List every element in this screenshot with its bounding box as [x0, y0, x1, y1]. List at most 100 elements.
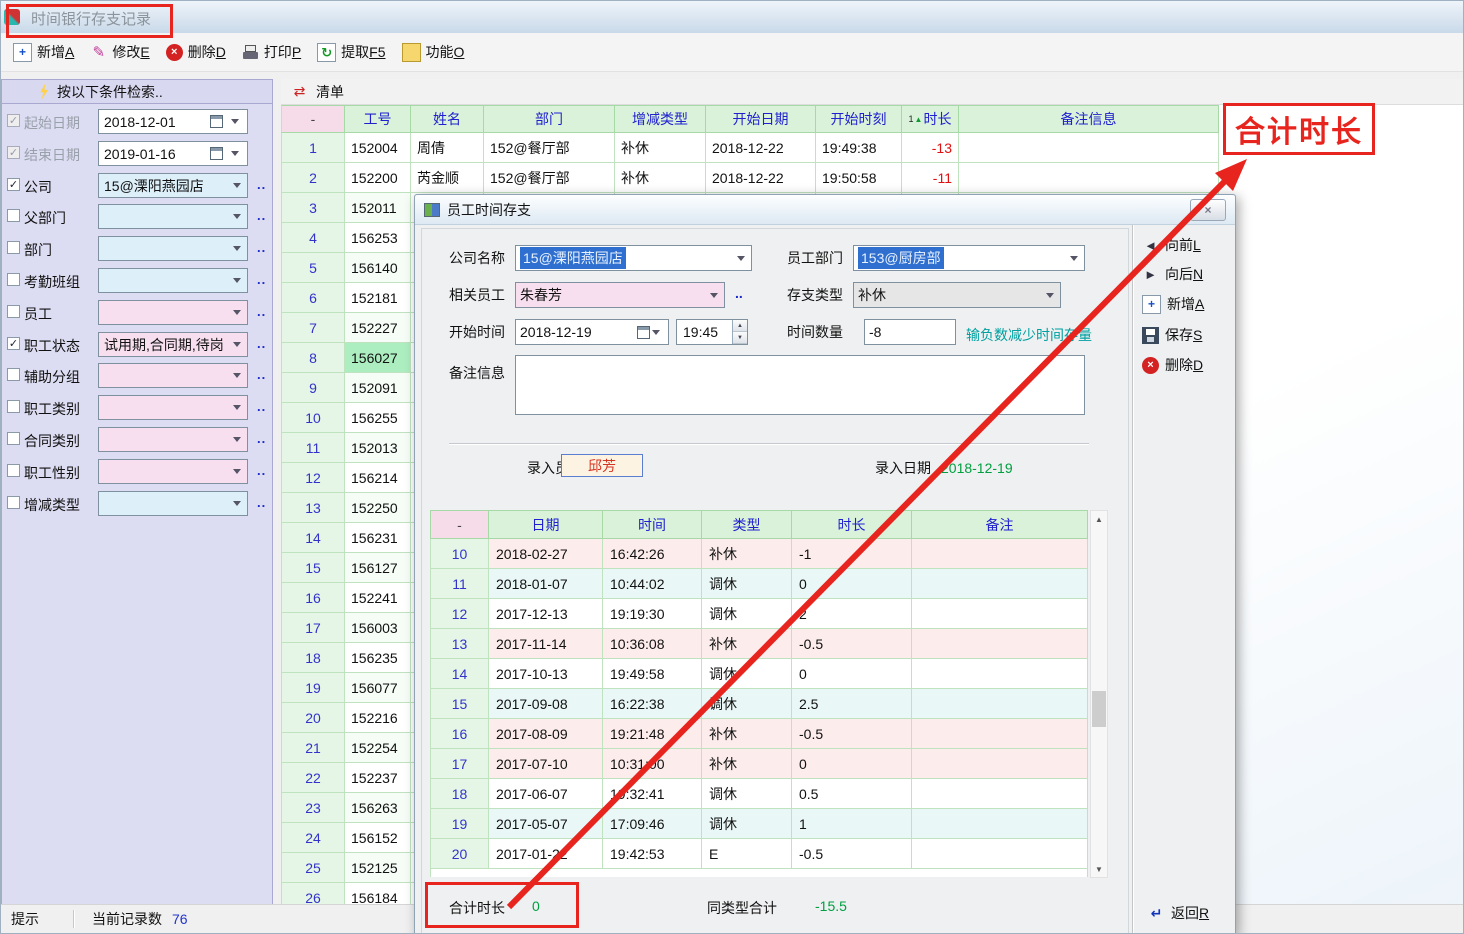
history-column-header-3[interactable]: 类型: [702, 510, 792, 539]
history-column-header-0[interactable]: -: [430, 510, 489, 539]
calendar-dropdown-button[interactable]: [635, 320, 668, 344]
column-header-8[interactable]: 备注信息: [959, 105, 1219, 133]
dialog-button-new[interactable]: +新增A: [1142, 294, 1204, 314]
calendar-dropdown-button[interactable]: [208, 110, 247, 133]
history-row[interactable]: 112018-01-0710:44:02调休0: [430, 569, 1088, 599]
filter-combo[interactable]: [98, 491, 248, 516]
more-button[interactable]: ..: [257, 367, 266, 382]
history-row[interactable]: 172017-07-1010:31:00补休0: [430, 749, 1088, 779]
dialog-titlebar[interactable]: 员工时间存支: [415, 195, 1235, 225]
filter-checkbox[interactable]: [7, 496, 20, 509]
filter-combo[interactable]: [98, 300, 248, 325]
filter-combo[interactable]: [98, 395, 248, 420]
more-button[interactable]: ..: [257, 240, 266, 255]
more-button[interactable]: ..: [257, 495, 266, 510]
cell-seq: 9: [281, 373, 345, 403]
close-icon[interactable]: ×: [1190, 199, 1226, 221]
toolbar-button-delete[interactable]: ×删除D: [158, 38, 234, 66]
more-button[interactable]: ..: [257, 272, 266, 287]
filter-checkbox[interactable]: [7, 432, 20, 445]
filter-checkbox[interactable]: [7, 241, 20, 254]
filter-combo[interactable]: [98, 459, 248, 484]
company-combo[interactable]: 15@溧阳燕园店: [515, 245, 752, 271]
column-header-7[interactable]: 1▲时长: [902, 105, 959, 133]
history-row[interactable]: 192017-05-0717:09:46调休1: [430, 809, 1088, 839]
filter-combo[interactable]: 试用期,合同期,待岗: [98, 332, 248, 357]
employee-combo[interactable]: 朱春芳: [515, 282, 725, 308]
toolbar-button-function[interactable]: 功能O: [394, 38, 473, 66]
quantity-input[interactable]: -8: [864, 319, 956, 345]
more-button[interactable]: ..: [257, 208, 266, 223]
cell-note: [912, 659, 1088, 689]
history-column-header-2[interactable]: 时间: [603, 510, 702, 539]
column-header-1[interactable]: 工号: [345, 105, 411, 133]
scroll-down-icon[interactable]: ▼: [1091, 861, 1107, 877]
more-button[interactable]: ..: [257, 336, 266, 351]
column-header-4[interactable]: 增减类型: [615, 105, 706, 133]
start-date-picker[interactable]: 2018-12-19: [515, 319, 669, 345]
filter-checkbox[interactable]: [7, 400, 20, 413]
dialog-button-prev[interactable]: ◄向前L: [1142, 235, 1201, 255]
toolbar-button-print[interactable]: 打印P: [234, 38, 309, 66]
employee-more-button[interactable]: ..: [735, 280, 743, 306]
more-button[interactable]: ..: [257, 463, 266, 478]
filter-combo[interactable]: [98, 427, 248, 452]
filter-checkbox[interactable]: [7, 368, 20, 381]
date-input[interactable]: 2018-12-01: [98, 109, 248, 134]
history-row[interactable]: 142017-10-1319:49:58调休0: [430, 659, 1088, 689]
column-header-5[interactable]: 开始日期: [706, 105, 816, 133]
column-header-2[interactable]: 姓名: [411, 105, 484, 133]
time-spinner[interactable]: ▲ ▼: [732, 320, 747, 344]
filter-checkbox[interactable]: ✓: [7, 178, 20, 191]
more-button[interactable]: ..: [257, 304, 266, 319]
scrollbar-thumb[interactable]: [1092, 691, 1106, 727]
column-header-6[interactable]: 开始时刻: [816, 105, 902, 133]
filter-combo[interactable]: 15@溧阳燕园店: [98, 173, 248, 198]
history-row[interactable]: 162017-08-0919:21:48补休-0.5: [430, 719, 1088, 749]
filter-combo[interactable]: [98, 268, 248, 293]
toolbar-button-edit[interactable]: ✎修改E: [82, 38, 157, 66]
more-button[interactable]: ..: [257, 431, 266, 446]
toolbar-button-new[interactable]: +新增A: [5, 38, 82, 66]
dialog-button-next[interactable]: ►向后N: [1142, 264, 1203, 284]
dialog-button-return[interactable]: ↵ 返回R: [1148, 903, 1209, 923]
history-row[interactable]: 122017-12-1319:19:30调休2: [430, 599, 1088, 629]
dialog-button-save[interactable]: 保存S: [1142, 325, 1202, 345]
history-column-header-5[interactable]: 备注: [912, 510, 1088, 539]
more-button[interactable]: ..: [257, 177, 266, 192]
table-row[interactable]: 2152200芮金顺152@餐厅部补休2018-12-2219:50:58-11: [281, 163, 1219, 193]
history-row[interactable]: 132017-11-1410:36:08补休-0.5: [430, 629, 1088, 659]
history-row[interactable]: 182017-06-0719:32:41调休0.5: [430, 779, 1088, 809]
history-scrollbar[interactable]: ▲ ▼: [1090, 510, 1108, 878]
history-column-header-4[interactable]: 时长: [792, 510, 912, 539]
filter-checkbox[interactable]: [7, 305, 20, 318]
filter-combo[interactable]: [98, 204, 248, 229]
note-textarea[interactable]: [515, 355, 1085, 415]
filter-checkbox[interactable]: ✓: [7, 337, 20, 350]
date-input[interactable]: 2019-01-16: [98, 141, 248, 166]
table-row[interactable]: 1152004周倩152@餐厅部补休2018-12-2219:49:38-13: [281, 133, 1219, 163]
toolbar-button-extract[interactable]: ↻提取F5: [309, 38, 393, 66]
column-header-3[interactable]: 部门: [484, 105, 615, 133]
calendar-dropdown-button[interactable]: [208, 142, 247, 165]
spin-down-icon[interactable]: ▼: [733, 332, 747, 344]
spin-up-icon[interactable]: ▲: [733, 320, 747, 332]
start-time-spinner[interactable]: 19:45 ▲ ▼: [676, 319, 748, 345]
scroll-up-icon[interactable]: ▲: [1091, 511, 1107, 527]
history-row[interactable]: 152017-09-0816:22:38调休2.5: [430, 689, 1088, 719]
dept-combo[interactable]: 153@厨房部: [853, 245, 1085, 271]
filter-checkbox[interactable]: [7, 273, 20, 286]
filter-checkbox[interactable]: ✓: [7, 114, 20, 127]
filter-combo[interactable]: [98, 236, 248, 261]
more-button[interactable]: ..: [257, 399, 266, 414]
dialog-button-delete[interactable]: ×删除D: [1142, 355, 1203, 375]
history-column-header-1[interactable]: 日期: [489, 510, 603, 539]
column-header-0[interactable]: -: [281, 105, 345, 133]
filter-combo[interactable]: [98, 363, 248, 388]
history-row[interactable]: 202017-01-2219:42:53E-0.5: [430, 839, 1088, 869]
filter-checkbox[interactable]: [7, 464, 20, 477]
history-row[interactable]: 102018-02-2716:42:26补休-1: [430, 539, 1088, 569]
filter-checkbox[interactable]: [7, 209, 20, 222]
filter-checkbox[interactable]: ✓: [7, 146, 20, 159]
type-combo[interactable]: 补休: [853, 282, 1061, 308]
